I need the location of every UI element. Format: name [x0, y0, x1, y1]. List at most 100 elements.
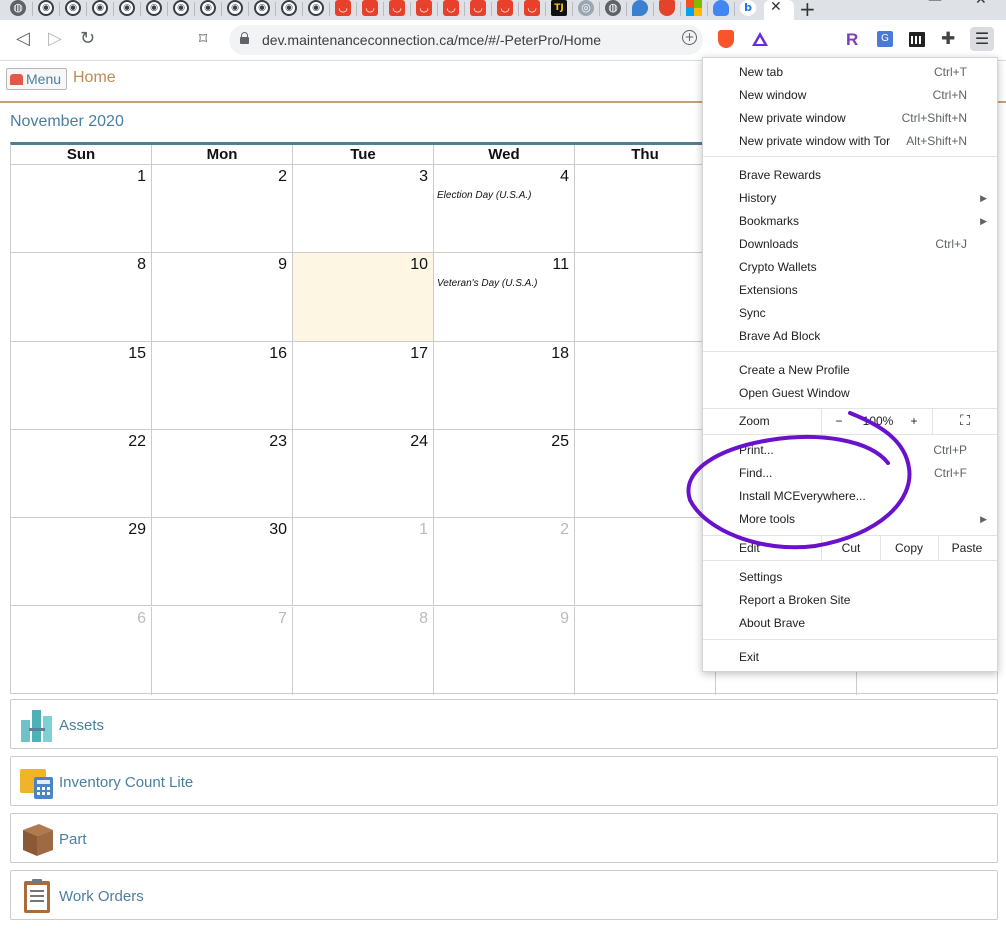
menu-item-brave-rewards[interactable]: Brave Rewards: [739, 164, 821, 186]
tab-favicon-mce[interactable]: ◉: [276, 0, 302, 19]
tab-favicon-red[interactable]: ◡: [357, 0, 383, 19]
calendar-day-cell[interactable]: 15: [11, 341, 152, 430]
calendar-day-cell[interactable]: 1: [293, 518, 434, 607]
tab-favicon-drop[interactable]: [627, 0, 653, 19]
zoom-out-button[interactable]: −: [825, 409, 853, 433]
menu-item-history[interactable]: History: [739, 187, 776, 209]
url-text[interactable]: dev.maintenanceconnection.ca/mce/#/-Pete…: [262, 32, 601, 48]
tab-favicon-disc[interactable]: ◎: [573, 0, 599, 19]
calendar-day-cell[interactable]: [575, 518, 716, 607]
brave-rewards-icon[interactable]: [752, 32, 768, 46]
menu-item-extensions[interactable]: Extensions: [739, 279, 798, 301]
calendar-day-cell[interactable]: 6: [11, 606, 152, 695]
fullscreen-icon[interactable]: ⛶: [953, 409, 977, 433]
tab-favicon-red[interactable]: ◡: [465, 0, 491, 19]
calendar-day-cell[interactable]: 2: [152, 165, 293, 254]
reload-icon[interactable]: ↻: [80, 28, 95, 49]
calendar-event[interactable]: Election Day (U.S.A.): [437, 190, 531, 201]
close-window-icon[interactable]: ✕: [975, 0, 987, 8]
tab-favicon-bing[interactable]: b: [735, 0, 761, 19]
menu-item-brave-ad-block[interactable]: Brave Ad Block: [739, 325, 820, 347]
calendar-day-cell[interactable]: 4 Election Day (U.S.A.): [434, 165, 575, 254]
copy-button[interactable]: Copy: [881, 536, 937, 560]
menu-item-guest-window[interactable]: Open Guest Window: [739, 382, 850, 404]
menu-item-sync[interactable]: Sync: [739, 302, 766, 324]
calendar-day-cell[interactable]: 29: [11, 518, 152, 607]
menu-button[interactable]: Menu: [6, 68, 68, 90]
cut-button[interactable]: Cut: [822, 536, 880, 560]
calendar-day-cell[interactable]: 10: [293, 253, 434, 342]
brave-shields-icon[interactable]: [718, 30, 734, 48]
bank-icon[interactable]: [909, 32, 925, 47]
menu-item-report-broken-site[interactable]: Report a Broken Site: [739, 589, 850, 611]
zoom-in-button[interactable]: +: [903, 409, 925, 433]
zoom-indicator-icon[interactable]: +: [682, 30, 697, 45]
module-assets[interactable]: Assets: [10, 699, 998, 749]
paste-button[interactable]: Paste: [939, 536, 995, 560]
module-part[interactable]: Part: [10, 813, 998, 863]
tab-favicon-tj[interactable]: TJ: [546, 0, 572, 19]
calendar-day-cell[interactable]: 18: [434, 341, 575, 430]
translate-icon[interactable]: G: [877, 31, 893, 47]
calendar-day-cell[interactable]: [575, 253, 716, 342]
menu-item-crypto-wallets[interactable]: Crypto Wallets: [739, 256, 817, 278]
calendar-day-cell[interactable]: 25: [434, 429, 575, 519]
tab-favicon-mce[interactable]: ◉: [195, 0, 221, 19]
back-icon[interactable]: ◁: [16, 28, 30, 49]
app-menu-button[interactable]: ☰: [970, 27, 994, 51]
close-tab-icon[interactable]: ✕: [770, 0, 782, 15]
tab-favicon-red[interactable]: ◡: [492, 0, 518, 19]
calendar-day-cell[interactable]: [575, 429, 716, 519]
minimize-window-icon[interactable]: —: [928, 0, 942, 8]
menu-item-about-brave[interactable]: About Brave: [739, 612, 805, 634]
calendar-day-cell[interactable]: 2: [434, 518, 575, 607]
menu-item-create-profile[interactable]: Create a New Profile: [739, 359, 850, 381]
extensions-puzzle-icon[interactable]: ✚: [941, 29, 955, 49]
menu-item-exit[interactable]: Exit: [739, 646, 759, 668]
menu-item-new-window[interactable]: New window: [739, 84, 806, 106]
menu-item-downloads[interactable]: Downloads: [739, 233, 798, 255]
bookmark-icon[interactable]: ⌑: [199, 29, 207, 48]
calendar-day-cell[interactable]: 7: [152, 606, 293, 695]
calendar-day-cell[interactable]: [575, 606, 716, 695]
forward-icon[interactable]: ▷: [48, 28, 62, 49]
menu-item-settings[interactable]: Settings: [739, 566, 782, 588]
calendar-event[interactable]: Veteran's Day (U.S.A.): [437, 278, 537, 289]
tab-favicon-globe[interactable]: ◍: [5, 0, 31, 19]
tab-favicon-mce[interactable]: ◉: [141, 0, 167, 19]
calendar-day-cell[interactable]: 9: [152, 253, 293, 342]
address-bar[interactable]: dev.maintenanceconnection.ca/mce/#/-Pete…: [229, 25, 703, 55]
calendar-day-cell[interactable]: [575, 165, 716, 254]
tab-favicon-mce[interactable]: ◉: [60, 0, 86, 19]
menu-item-print[interactable]: Print...: [739, 439, 774, 461]
tab-favicon-mce[interactable]: ◉: [222, 0, 248, 19]
breadcrumb-home[interactable]: Home: [73, 69, 116, 87]
module-work-orders[interactable]: Work Orders: [10, 870, 998, 920]
calendar-day-cell[interactable]: 22: [11, 429, 152, 519]
calendar-day-cell[interactable]: 24: [293, 429, 434, 519]
calendar-day-cell[interactable]: 8: [293, 606, 434, 695]
calendar-day-cell[interactable]: 3: [293, 165, 434, 254]
tab-favicon-red[interactable]: ◡: [411, 0, 437, 19]
calendar-day-cell[interactable]: 11 Veteran's Day (U.S.A.): [434, 253, 575, 342]
tab-favicon-microsoft[interactable]: [681, 0, 707, 19]
menu-item-install-app[interactable]: Install MCEverywhere...: [739, 485, 866, 507]
menu-item-new-tab[interactable]: New tab: [739, 61, 783, 83]
tab-favicon-red[interactable]: ◡: [519, 0, 545, 19]
tab-favicon-mce[interactable]: ◉: [87, 0, 113, 19]
tab-favicon-red[interactable]: ◡: [330, 0, 356, 19]
menu-item-find[interactable]: Find...: [739, 462, 772, 484]
calendar-day-cell[interactable]: 9: [434, 606, 575, 695]
new-tab-button[interactable]: +: [799, 0, 816, 21]
calendar-day-cell[interactable]: 23: [152, 429, 293, 519]
calendar-day-cell[interactable]: 16: [152, 341, 293, 430]
menu-item-new-private-window[interactable]: New private window: [739, 107, 846, 129]
r-extension-icon[interactable]: R: [846, 30, 858, 50]
module-inventory-count-lite[interactable]: Inventory Count Lite: [10, 756, 998, 806]
calendar-day-cell[interactable]: [575, 341, 716, 430]
tab-favicon-mce[interactable]: ◉: [303, 0, 329, 19]
menu-item-bookmarks[interactable]: Bookmarks: [739, 210, 799, 232]
tab-favicon-mce[interactable]: ◉: [33, 0, 59, 19]
menu-item-more-tools[interactable]: More tools: [739, 508, 795, 530]
calendar-day-cell[interactable]: 8: [11, 253, 152, 342]
